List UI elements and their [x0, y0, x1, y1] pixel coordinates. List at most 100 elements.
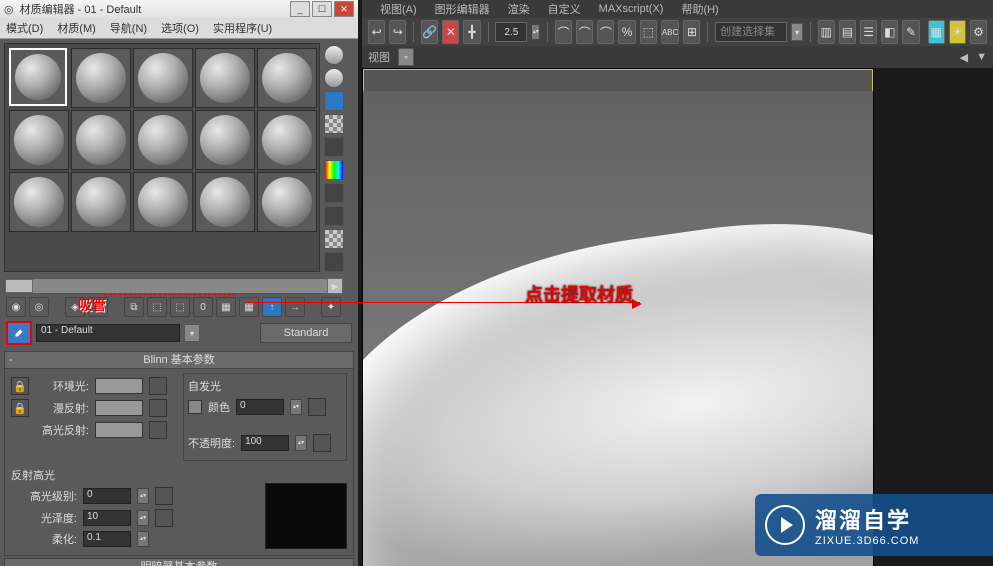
map-btn[interactable] [155, 509, 173, 527]
menu-item[interactable]: 材质(M) [57, 20, 96, 36]
select-by-mat-icon[interactable] [324, 229, 344, 249]
make-preview-icon[interactable] [324, 183, 344, 203]
spinner-arrows[interactable]: ▴▾ [295, 435, 307, 451]
rollout-header[interactable]: -明暗器基本参数 [4, 558, 354, 566]
material-map-nav-icon[interactable] [324, 252, 344, 272]
snap-toggle-icon[interactable]: ⌒ [555, 20, 572, 44]
spinner-arrows[interactable]: ▴▾ [531, 24, 540, 40]
make-unique-icon[interactable]: ⬚ [147, 297, 167, 317]
material-slot[interactable] [9, 48, 67, 106]
dropdown-arrow-icon[interactable]: ▾ [184, 324, 200, 342]
tool-icon[interactable]: ✦ [321, 297, 341, 317]
slots-scrollbar[interactable]: ▶ [4, 278, 328, 294]
menu-item[interactable]: 模式(D) [6, 20, 43, 36]
menu-item[interactable]: MAXscript(X) [599, 3, 664, 15]
material-slot[interactable] [9, 172, 69, 232]
diffuse-color-swatch[interactable] [95, 400, 143, 416]
menu-item[interactable]: 视图(A) [380, 1, 417, 17]
sample-backlight-icon[interactable] [324, 68, 344, 88]
map-btn[interactable] [313, 434, 331, 452]
scrollbar-thumb[interactable] [5, 279, 33, 293]
put-to-scene-icon[interactable]: ◎ [29, 297, 49, 317]
map-btn[interactable] [155, 487, 173, 505]
material-slot[interactable] [133, 48, 193, 108]
spinner-arrows[interactable]: ▴▾ [137, 510, 149, 526]
tool-btn[interactable]: ▦ [928, 20, 945, 44]
menu-item[interactable]: 导航(N) [110, 20, 147, 36]
material-slot[interactable] [195, 110, 255, 170]
material-type-button[interactable]: Standard [260, 323, 352, 343]
show-in-vp-icon[interactable]: ▦ [216, 297, 236, 317]
menu-item[interactable]: 实用程序(U) [213, 20, 272, 36]
put-to-library-icon[interactable]: ⬚ [170, 297, 190, 317]
material-name-input[interactable]: 01 - Default [36, 324, 180, 342]
material-slot[interactable] [71, 172, 131, 232]
menu-item[interactable]: 自定义 [548, 1, 581, 17]
menu-item[interactable]: 帮助(H) [681, 1, 718, 17]
snap-toggle-icon[interactable]: ⌒ [576, 20, 593, 44]
window-titlebar[interactable]: ◎ 材质编辑器 - 01 - Default _ ☐ ✕ [0, 0, 358, 18]
specular-color-swatch[interactable] [95, 422, 143, 438]
snap-toggle-icon[interactable]: ⊞ [683, 20, 700, 44]
show-end-result-icon[interactable]: ▦ [239, 297, 259, 317]
tool-btn[interactable]: ↪ [389, 20, 406, 44]
rollout-header[interactable]: -Blinn 基本参数 [4, 351, 354, 369]
color-checkbox[interactable] [188, 400, 202, 414]
get-material-icon[interactable]: ◉ [6, 297, 26, 317]
axis-icon[interactable]: ╋ [463, 20, 480, 44]
go-to-parent-icon[interactable]: ↑ [262, 297, 282, 317]
tool-btn[interactable]: ✎ [902, 20, 919, 44]
color-value-input[interactable]: 0 [236, 399, 284, 415]
spinner-arrows[interactable]: ▴▾ [137, 531, 149, 547]
menu-item[interactable]: 选项(O) [161, 20, 199, 36]
menu-item[interactable]: 渲染 [508, 1, 530, 17]
options-icon[interactable] [324, 206, 344, 226]
menu-item[interactable]: 图形编辑器 [435, 1, 490, 17]
viewport[interactable] [362, 68, 874, 566]
gloss-input[interactable]: 10 [83, 510, 131, 526]
video-check-icon[interactable] [324, 160, 344, 180]
tool-btn[interactable]: ☀ [949, 20, 966, 44]
ambient-color-swatch[interactable] [95, 378, 143, 394]
material-slot[interactable] [9, 110, 69, 170]
unlink-tool-icon[interactable]: ✕ [442, 20, 459, 44]
lock-icon[interactable]: 🔒 [11, 399, 29, 417]
material-slot[interactable] [195, 48, 255, 108]
sample-uv-icon[interactable] [324, 137, 344, 157]
material-slot[interactable] [195, 172, 255, 232]
spinner-arrows[interactable]: ▴▾ [290, 399, 302, 415]
snap-toggle-icon[interactable]: ⬚ [640, 20, 657, 44]
layer-icon[interactable]: ☰ [860, 20, 877, 44]
material-slot[interactable] [71, 48, 131, 108]
lock-icon[interactable]: 🔒 [11, 377, 29, 395]
soften-input[interactable]: 0.1 [83, 531, 131, 547]
hl-level-input[interactable]: 0 [83, 488, 131, 504]
dropdown-arrow-icon[interactable]: ▾ [791, 23, 803, 41]
map-btn[interactable] [149, 399, 167, 417]
go-forward-icon[interactable]: → [285, 297, 305, 317]
scroll-right-icon[interactable]: ▶ [327, 278, 343, 294]
selection-set-dropdown[interactable]: 创建选择集 [715, 22, 787, 42]
spinner-input[interactable] [495, 22, 527, 42]
sample-checker-icon[interactable] [324, 114, 344, 134]
align-icon[interactable]: ▤ [839, 20, 856, 44]
material-slot[interactable] [257, 110, 317, 170]
material-slot[interactable] [257, 48, 317, 108]
tool-btn[interactable]: ↩ [368, 20, 385, 44]
spinner-arrows[interactable]: ▴▾ [137, 488, 149, 504]
opacity-input[interactable]: 100 [241, 435, 289, 451]
material-slot[interactable] [71, 110, 131, 170]
tool-btn[interactable]: ◧ [881, 20, 898, 44]
material-slot[interactable] [257, 172, 317, 232]
maximize-button[interactable]: ☐ [312, 1, 332, 17]
dropdown-arrow-icon[interactable]: ▾ [398, 48, 414, 66]
sample-type-icon[interactable] [324, 45, 344, 65]
map-btn[interactable] [149, 377, 167, 395]
link-tool-icon[interactable]: 🔗 [421, 20, 438, 44]
minimize-button[interactable]: _ [290, 1, 310, 17]
material-id-icon[interactable]: 0 [193, 297, 213, 317]
material-slot[interactable] [133, 110, 193, 170]
eyedropper-button[interactable] [6, 321, 32, 345]
material-slot[interactable] [133, 172, 193, 232]
make-copy-icon[interactable]: ⧉ [124, 297, 144, 317]
